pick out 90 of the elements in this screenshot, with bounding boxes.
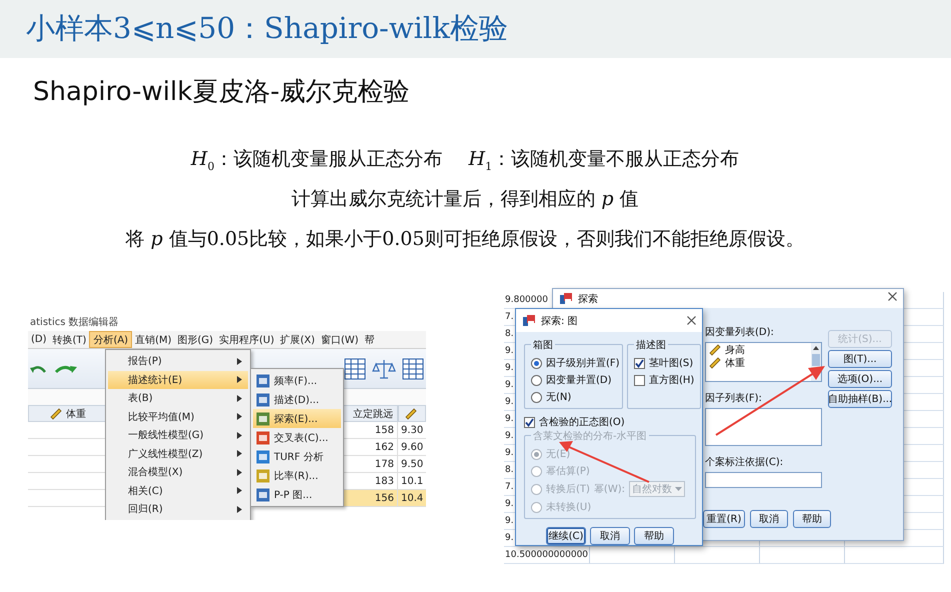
- table-cell: 10.4: [398, 490, 426, 507]
- checkbox-option[interactable]: 茎叶图(S): [634, 356, 694, 370]
- dialog-button[interactable]: 图(T)...: [828, 350, 892, 368]
- menu-item[interactable]: 混合模型(X): [108, 463, 248, 482]
- menu-bar-item[interactable]: 分析(A): [89, 331, 132, 348]
- tool-icon: [256, 450, 270, 464]
- caret-icon: [674, 487, 682, 491]
- slide-subtitle: Shapiro-wilk夏皮洛-威尔克检验: [33, 76, 411, 109]
- submenu-arrow-icon: [237, 432, 242, 439]
- tool-icon: [256, 392, 270, 406]
- window-title: atistics 数据编辑器: [29, 316, 120, 330]
- radio-button[interactable]: [531, 374, 542, 386]
- close-icon[interactable]: [888, 292, 897, 301]
- dialog-button[interactable]: 重置(R): [703, 510, 745, 528]
- column-header-text: 立定跳远: [353, 408, 393, 420]
- grid-icon[interactable]: [402, 356, 424, 380]
- menu-item[interactable]: 相关(C): [108, 482, 248, 500]
- close-icon[interactable]: [687, 316, 696, 325]
- slide-title: 小样本3⩽n⩽50：Shapiro-wilk检验: [26, 10, 508, 47]
- list-item[interactable]: 体重: [706, 356, 821, 369]
- field-label: 个案标注依据(C):: [705, 456, 784, 469]
- dialog-button[interactable]: 取消: [590, 527, 630, 545]
- submenu-arrow-icon: [237, 487, 242, 494]
- submenu-arrow-icon: [237, 358, 242, 365]
- input-field[interactable]: [705, 472, 822, 488]
- checkbox[interactable]: [634, 358, 645, 368]
- radio-button[interactable]: [531, 392, 542, 402]
- menu-bar-item[interactable]: (D): [28, 331, 50, 348]
- column-header[interactable]: 体重: [28, 405, 108, 422]
- tool-icon: [256, 430, 270, 444]
- menu-bar-item[interactable]: 窗口(W): [318, 331, 362, 348]
- check-mark-icon: [525, 418, 534, 426]
- group-title: 描述图: [634, 338, 668, 352]
- list-item[interactable]: 身高: [706, 343, 821, 356]
- menu-item[interactable]: 表(B): [108, 389, 248, 408]
- ruler-icon: [405, 408, 417, 420]
- submenu-arrow-icon: [237, 450, 242, 458]
- menu-item[interactable]: 一般线性模型(G): [108, 426, 248, 444]
- ruler-icon: [50, 408, 62, 420]
- dialog-button[interactable]: 帮助: [793, 510, 831, 528]
- menu-item[interactable]: 描述统计(E): [108, 370, 248, 389]
- checkbox-option[interactable]: 直方图(H): [634, 373, 694, 387]
- body-text: 将 p 值与0.05比较，如果小于0.05则可拒绝原假设，否则我们不能拒绝原假设。: [126, 227, 804, 252]
- submenu-arrow-icon: [237, 394, 242, 402]
- factor-list[interactable]: [705, 408, 822, 446]
- group-title: 箱图: [531, 338, 555, 352]
- group-title: 含莱文检验的分布-水平图: [531, 429, 649, 443]
- checkbox[interactable]: [634, 374, 645, 386]
- submenu-arrow-icon: [237, 413, 242, 420]
- ruler-icon: [709, 344, 721, 356]
- menu-item[interactable]: 探索(E)...: [253, 409, 341, 428]
- radio-button[interactable]: [531, 358, 542, 368]
- check-mark-icon: [635, 358, 644, 368]
- grid-icon[interactable]: [344, 356, 366, 380]
- variable-list[interactable]: 身高 体重: [705, 342, 822, 382]
- body-text: 计算出威尔克统计量后，得到相应的 p 值: [291, 187, 639, 212]
- field-label: 幂(W):: [594, 483, 625, 496]
- tool-icon: [256, 468, 270, 482]
- column-header-text: 体重: [66, 408, 86, 420]
- dialog-icon: [522, 314, 536, 328]
- submenu-arrow-icon: [237, 468, 242, 476]
- menu-bar-item[interactable]: 图形(G): [174, 331, 216, 348]
- dialog-button[interactable]: 帮助: [634, 527, 674, 545]
- hypothesis-text: H$_{0}$：该随机变量服从正态分布: [190, 146, 442, 172]
- menu-bar-item[interactable]: 直销(M): [132, 331, 175, 348]
- dialog-title: 探索: 图: [541, 314, 578, 328]
- dialog-button[interactable]: 取消: [750, 510, 788, 528]
- menu-item[interactable]: 比较平均值(M): [108, 408, 248, 426]
- menu-item[interactable]: 回归(R): [108, 500, 248, 518]
- dialog-button[interactable]: 自助抽样(B)...: [828, 390, 892, 408]
- tool-icon: [256, 412, 270, 426]
- menu-bar-item[interactable]: 实用程序(U): [216, 331, 278, 348]
- menu-item[interactable]: 广义线性模型(Z): [108, 444, 248, 463]
- menu-item[interactable]: 频率(F)...: [253, 371, 341, 390]
- checkbox[interactable]: [524, 416, 535, 428]
- data-cell: 10.500000000000: [504, 547, 590, 564]
- dialog-button[interactable]: 选项(O)...: [828, 370, 892, 388]
- menu-bar-item[interactable]: 转换(T): [50, 331, 90, 348]
- submenu-arrow-icon: [237, 506, 242, 513]
- menu-item[interactable]: 报告(P): [108, 352, 248, 370]
- tool-icon: [256, 374, 270, 388]
- field-label: 因子列表(F):: [705, 392, 763, 405]
- field-label: 因变量列表(D):: [705, 326, 775, 339]
- hypothesis-text: H$_{1}$：该随机变量不服从正态分布: [468, 146, 740, 172]
- ruler-icon: [709, 356, 721, 368]
- submenu-arrow-icon: [237, 376, 242, 384]
- tool-icon: [256, 488, 270, 502]
- menu-bar-item[interactable]: 扩展(X): [277, 331, 318, 348]
- dialog-button[interactable]: 继续(C): [546, 527, 586, 545]
- menu-bar-item[interactable]: 帮: [362, 331, 378, 348]
